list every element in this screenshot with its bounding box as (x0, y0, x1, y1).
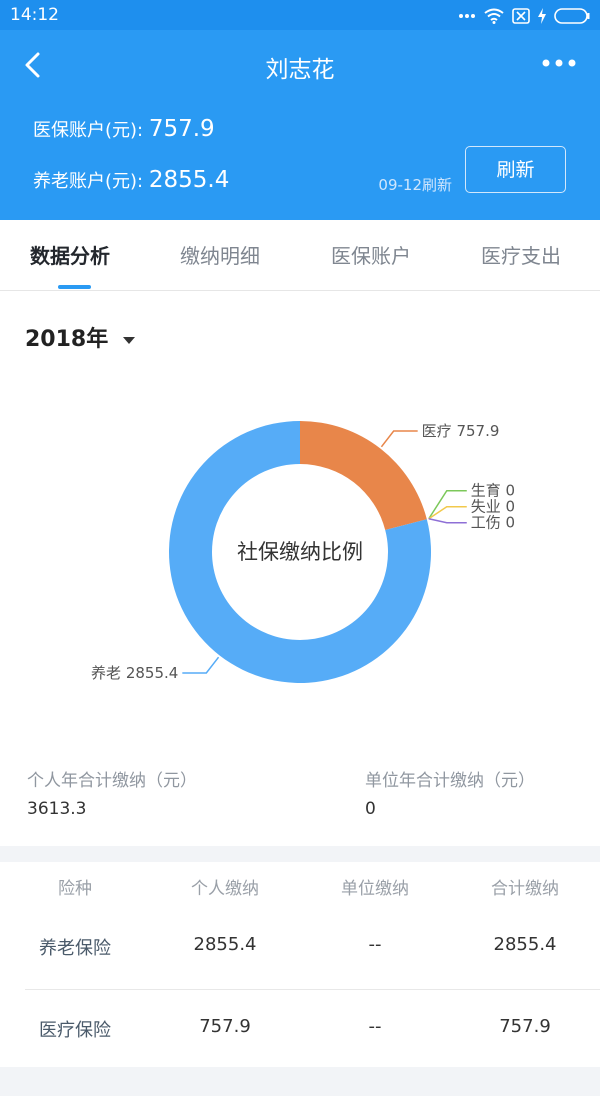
table-row[interactable]: 医疗保险 757.9 -- 757.9 (0, 1016, 600, 1096)
chart-card: 医疗 757.9 生育 0 失业 0 工伤 0 养老 2855.4 社保缴纳比例 个人年… (0, 356, 600, 846)
refresh-button[interactable]: 刷新 (465, 146, 566, 193)
charging-icon (538, 8, 546, 24)
year-selector[interactable]: 2018年 (25, 321, 136, 353)
page-title: 刘志花 (265, 57, 335, 83)
donut-chart: 医疗 757.9生育 0失业 0工伤 0养老 2855.4 社保缴纳比例 (91, 421, 515, 683)
table-header-unit: 单位缴纳 (341, 879, 409, 899)
slice-label-3: 工伤 0 (471, 514, 515, 532)
active-tab-indicator (58, 285, 91, 289)
table-header-personal: 个人缴纳 (191, 879, 259, 899)
medical-account-value: 757.9 (148, 116, 215, 142)
tab-medical-account[interactable]: 医保账户 (331, 240, 411, 269)
header: 刘志花 医保账户(元): 757.9 养老账户(元): 2855.4 09-12… (0, 30, 600, 220)
medical-account-label: 医保账户(元): (33, 120, 144, 141)
table-cell-total: 2855.4 (493, 934, 557, 955)
payment-table: 险种 个人缴纳 单位缴纳 合计缴纳 养老保险 2855.4 -- 2855.4 … (0, 862, 600, 1067)
table-cell-personal: 2855.4 (193, 934, 257, 955)
wifi-icon (484, 8, 504, 24)
tab-data-analysis[interactable]: 数据分析 (30, 240, 110, 269)
status-icons (458, 6, 590, 26)
donut-slice-0[interactable] (300, 421, 427, 530)
personal-total-value: 3613.3 (27, 799, 87, 819)
status-time: 14:12 (10, 5, 59, 25)
sim-blocked-icon (512, 8, 530, 24)
year-label: 2018年 (25, 327, 109, 352)
tab-bar: 数据分析 缴纳明细 医保账户 医疗支出 (0, 220, 600, 291)
tab-payment-detail[interactable]: 缴纳明细 (180, 240, 260, 269)
personal-total-label: 个人年合计缴纳（元） (27, 771, 197, 791)
table-header-total: 合计缴纳 (491, 879, 559, 899)
more-icon[interactable] (542, 56, 576, 70)
table-cell-unit: -- (368, 934, 382, 955)
battery-icon (554, 8, 590, 24)
table-cell-unit: -- (368, 1016, 382, 1037)
table-cell-type: 医疗保险 (39, 1020, 111, 1041)
chart-center-title: 社保缴纳比例 (237, 540, 363, 564)
pension-account-row: 养老账户(元): 2855.4 (33, 167, 229, 193)
caret-down-icon (122, 337, 135, 344)
unit-total-value: 0 (365, 799, 376, 819)
unit-total-label: 单位年合计缴纳（元） (365, 771, 535, 791)
table-header-type: 险种 (58, 879, 92, 899)
row-divider (25, 989, 600, 990)
status-bar: 14:12 (0, 0, 600, 30)
more-dots-icon (459, 14, 475, 18)
table-cell-total: 757.9 (499, 1016, 551, 1037)
slice-label-0: 医疗 757.9 (422, 422, 500, 440)
table-cell-type: 养老保险 (39, 938, 111, 959)
year-bar: 2018年 (0, 291, 600, 356)
table-cell-personal: 757.9 (199, 1016, 251, 1037)
slice-label-4: 养老 2855.4 (91, 664, 178, 682)
table-row[interactable]: 养老保险 2855.4 -- 2855.4 (0, 934, 600, 1014)
pension-account-label: 养老账户(元): (33, 171, 144, 192)
leader-line-4 (182, 656, 220, 674)
leader-line-0 (380, 430, 418, 448)
leader-line-3 (428, 517, 467, 524)
tab-medical-expense[interactable]: 医疗支出 (481, 240, 561, 269)
refresh-note: 09-12刷新 (378, 176, 452, 194)
pension-account-value: 2855.4 (148, 167, 230, 193)
medical-account-row: 医保账户(元): 757.9 (33, 116, 215, 142)
